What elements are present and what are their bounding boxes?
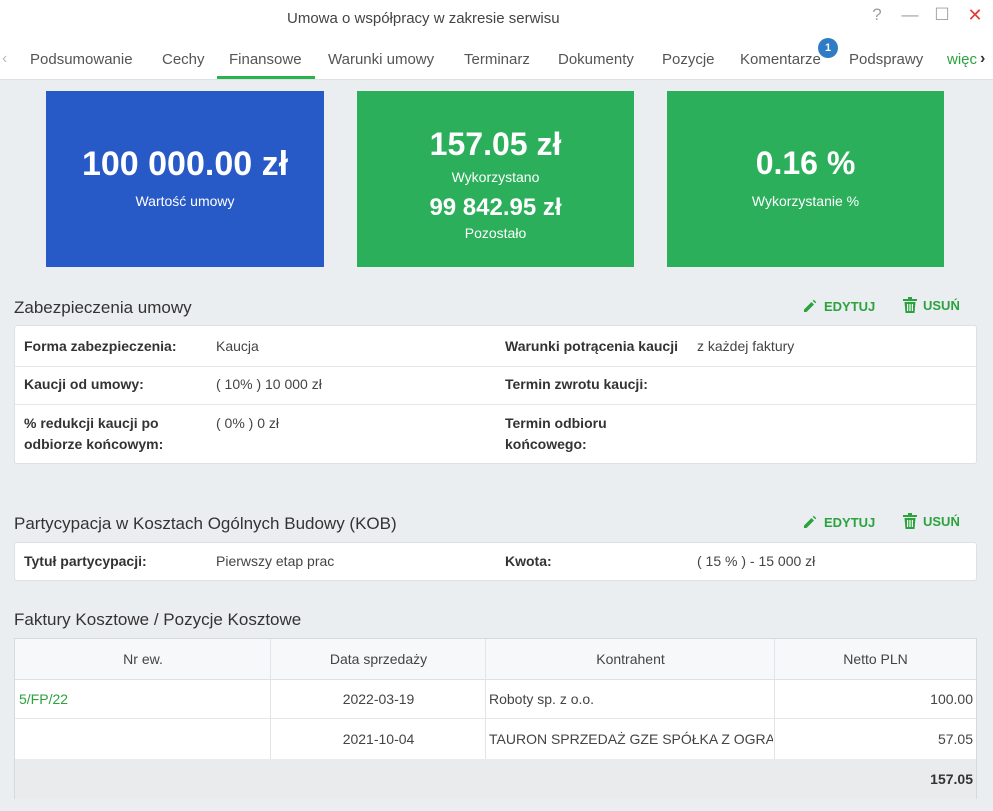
- used-value: 157.05 zł: [429, 126, 562, 162]
- tab-bar: ‹ Podsumowanie Cechy Finansowe Warunki u…: [0, 38, 993, 80]
- tab-cechy[interactable]: Cechy: [162, 51, 205, 68]
- security-section-title: Zabezpieczenia umowy: [14, 298, 192, 317]
- pencil-icon: [802, 298, 818, 314]
- close-icon[interactable]: ✕: [963, 4, 987, 28]
- card-divider: [15, 366, 976, 367]
- usage-percent-label: Wykorzystanie %: [751, 193, 860, 209]
- invoice-date: 2022-03-19: [342, 691, 415, 707]
- kob-edit-button[interactable]: EDYTUJ: [802, 514, 875, 530]
- security-form-label: Forma zabezpieczenia:: [24, 338, 177, 354]
- used-label: Wykorzystano: [451, 169, 540, 185]
- kob-amount-label: Kwota:: [505, 553, 552, 569]
- deposit-label: Kaucji od umowy:: [24, 376, 144, 392]
- delete-label: USUŃ: [923, 513, 960, 529]
- kob-section-title: Partycypacja w Kosztach Ogólnych Budowy …: [14, 514, 397, 533]
- pencil-icon: [802, 514, 818, 530]
- delete-label: USUŃ: [923, 297, 960, 313]
- reduction-label: % redukcji kaucji po odbiorze końcowym:: [24, 415, 164, 452]
- table-row[interactable]: 5/FP/22 2022-03-19 Roboty sp. z o.o. 100…: [15, 680, 976, 719]
- active-tab-indicator: [217, 76, 315, 79]
- tab-komentarze[interactable]: Komentarze: [740, 51, 821, 68]
- help-icon[interactable]: ?: [865, 4, 889, 28]
- invoice-number-link[interactable]: 5/FP/22: [19, 689, 68, 709]
- contract-value: 100 000.00 zł: [81, 145, 289, 183]
- invoice-net: 100.00: [930, 691, 973, 707]
- tab-finansowe[interactable]: Finansowe: [229, 51, 302, 68]
- comments-count-badge: 1: [818, 38, 838, 58]
- remaining-value: 99 842.95 zł: [429, 194, 562, 221]
- window-title: Umowa o współpracy w zakresie serwisu: [287, 10, 560, 27]
- tab-dokumenty[interactable]: Dokumenty: [558, 51, 634, 68]
- usage-percent-tile: 0.16 % Wykorzystanie %: [667, 91, 944, 267]
- edit-label: EDYTUJ: [824, 514, 876, 530]
- security-edit-button[interactable]: EDYTUJ: [802, 298, 875, 314]
- remaining-label: Pozostało: [464, 225, 527, 241]
- card-divider: [15, 404, 976, 405]
- security-form-value: Kaucja: [216, 338, 259, 354]
- contract-value-label: Wartość umowy: [135, 193, 235, 209]
- invoice-date: 2021-10-04: [342, 731, 415, 747]
- invoice-contractor: Roboty sp. z o.o.: [489, 691, 595, 707]
- kob-card: Tytuł partycypacji: Pierwszy etap prac K…: [14, 542, 977, 581]
- tabs-next-icon[interactable]: ›: [980, 50, 985, 68]
- tabs-prev-icon[interactable]: ‹: [2, 50, 7, 68]
- security-delete-button[interactable]: USUŃ: [903, 297, 960, 313]
- reduction-value: ( 0% ) 0 zł: [216, 415, 280, 431]
- security-card: Forma zabezpieczenia: Kaucja Warunki pot…: [14, 325, 977, 464]
- column-header-date[interactable]: Data sprzedaży: [271, 639, 486, 680]
- tab-warunki-umowy[interactable]: Warunki umowy: [328, 51, 434, 68]
- final-acceptance-label: Termin odbioru końcowego:: [505, 415, 607, 452]
- edit-label: EDYTUJ: [824, 298, 876, 314]
- column-header-net[interactable]: Netto PLN: [775, 639, 976, 680]
- trash-icon: [903, 513, 917, 529]
- table-row[interactable]: 2021-10-04 TAURON SPRZEDAŻ GZE SPÓŁKA Z …: [15, 719, 976, 759]
- tab-podsumowanie[interactable]: Podsumowanie: [30, 51, 133, 68]
- usage-percent-value: 0.16 %: [755, 145, 856, 181]
- column-header-nr[interactable]: Nr ew.: [15, 639, 271, 680]
- maximize-icon[interactable]: ☐: [930, 4, 954, 28]
- kob-amount-value: ( 15 % ) - 15 000 zł: [697, 553, 816, 569]
- invoices-table: Nr ew. Data sprzedaży Kontrahent Netto P…: [14, 638, 977, 799]
- usage-tile: 157.05 zł Wykorzystano 99 842.95 zł Pozo…: [357, 91, 634, 267]
- invoices-section-title: Faktury Kosztowe / Pozycje Kosztowe: [14, 610, 302, 629]
- invoices-total: 157.05: [930, 771, 973, 787]
- table-total-row: 157.05: [15, 759, 976, 799]
- tab-terminarz[interactable]: Terminarz: [464, 51, 530, 68]
- minimize-icon[interactable]: —: [898, 4, 922, 28]
- deposit-value: ( 10% ) 10 000 zł: [216, 376, 322, 392]
- deduction-terms-value: z każdej faktury: [697, 338, 795, 354]
- invoice-contractor: TAURON SPRZEDAŻ GZE SPÓŁKA Z OGRANICZONĄ: [489, 731, 773, 747]
- tab-podsprawy[interactable]: Podsprawy: [849, 51, 923, 68]
- contract-value-tile: 100 000.00 zł Wartość umowy: [46, 91, 324, 267]
- tab-pozycje[interactable]: Pozycje: [662, 51, 715, 68]
- return-term-label: Termin zwrotu kaucji:: [505, 376, 648, 392]
- kob-delete-button[interactable]: USUŃ: [903, 513, 960, 529]
- column-header-contractor[interactable]: Kontrahent: [486, 639, 775, 680]
- kob-title-value: Pierwszy etap prac: [216, 553, 335, 569]
- title-bar: Umowa o współpracy w zakresie serwisu ? …: [0, 0, 993, 38]
- deduction-terms-label: Warunki potrącenia kaucji: [505, 338, 678, 354]
- trash-icon: [903, 297, 917, 313]
- kob-title-label: Tytuł partycypacji:: [24, 553, 147, 569]
- tab-more[interactable]: więc: [947, 51, 977, 68]
- invoice-net: 57.05: [937, 731, 973, 747]
